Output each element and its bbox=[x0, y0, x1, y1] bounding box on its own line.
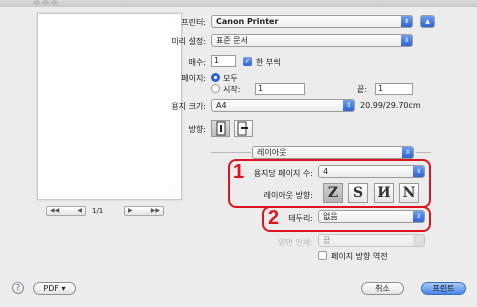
panel-value: 레이아웃 bbox=[257, 148, 287, 157]
last-page-icon[interactable]: ▶▶ bbox=[151, 207, 160, 215]
print-dialog: ··· ·········· ······ ◀◀ ◀ 1/1 ▶ ▶▶ 프린터:… bbox=[0, 0, 477, 307]
printer-label: 프린터: bbox=[181, 18, 206, 27]
copies-field[interactable]: 1 bbox=[211, 55, 236, 67]
landscape-person-icon bbox=[237, 121, 248, 136]
minimize-window-icon[interactable] bbox=[42, 0, 49, 5]
close-window-icon[interactable] bbox=[33, 0, 40, 5]
pages-to-field[interactable]: 1 bbox=[375, 83, 413, 95]
pages-all-label: 모두 bbox=[223, 74, 238, 83]
next-page-icon[interactable]: ▶ bbox=[128, 207, 133, 215]
popup-arrows-icon: ⇕ bbox=[413, 235, 424, 246]
preview-first-prev-buttons[interactable]: ◀◀ ◀ bbox=[46, 206, 86, 216]
preview-next-last-buttons[interactable]: ▶ ▶▶ bbox=[124, 206, 164, 216]
prev-page-icon[interactable]: ◀ bbox=[77, 207, 82, 215]
popup-arrows-icon: ⇕ bbox=[402, 147, 413, 158]
paper-size-popup[interactable]: A4 ⇕ bbox=[211, 99, 355, 112]
two-sided-label: 양면 인쇄: bbox=[278, 238, 313, 247]
pdf-menu-button[interactable]: PDF ▾ bbox=[33, 282, 76, 295]
callout-number-1: 1 bbox=[233, 161, 245, 183]
portrait-orientation-button[interactable] bbox=[211, 120, 230, 137]
popup-arrows-icon: ⇕ bbox=[343, 100, 354, 111]
two-sided-popup[interactable]: 끔 ⇕ bbox=[318, 234, 425, 247]
paper-size-value: A4 bbox=[216, 101, 227, 110]
presets-value: 표준 문서 bbox=[216, 36, 248, 45]
print-button[interactable]: 프린트 bbox=[421, 282, 466, 295]
presets-popup[interactable]: 표준 문서 ⇕ bbox=[211, 34, 413, 47]
disclosure-button[interactable]: ▲ bbox=[420, 15, 435, 28]
title-bar bbox=[0, 0, 477, 7]
popup-arrows-icon: ⇕ bbox=[401, 35, 412, 46]
collate-checkbox[interactable]: ✓ bbox=[243, 57, 252, 66]
zoom-window-icon[interactable] bbox=[51, 0, 58, 5]
preview-header-left: ··· bbox=[41, 17, 44, 21]
pages-to-label: 끝: bbox=[357, 85, 368, 94]
landscape-orientation-button[interactable] bbox=[234, 120, 253, 137]
pages-label: 페이지: bbox=[181, 74, 206, 83]
reverse-orientation-label: 페이지 방향 역전 bbox=[331, 252, 388, 261]
help-icon: ? bbox=[15, 283, 21, 292]
copies-label: 매수: bbox=[188, 58, 206, 67]
pages-range-radio[interactable] bbox=[211, 84, 220, 93]
separator-right bbox=[416, 152, 431, 153]
presets-label: 미리 설정: bbox=[171, 37, 206, 46]
first-page-icon[interactable]: ◀◀ bbox=[50, 207, 59, 215]
callout-number-2: 2 bbox=[268, 207, 280, 229]
callout-box-1 bbox=[228, 159, 431, 208]
printer-popup[interactable]: Canon Printer ⇕ bbox=[211, 15, 413, 28]
portrait-person-icon bbox=[216, 121, 226, 136]
separator-left bbox=[211, 152, 251, 153]
paper-dimensions: 20.99/29.70cm bbox=[360, 101, 421, 110]
two-sided-value: 끔 bbox=[323, 236, 331, 245]
help-button[interactable]: ? bbox=[12, 282, 24, 294]
paper-size-label: 용지 크기: bbox=[171, 102, 206, 111]
pages-from-label: 시작: bbox=[223, 85, 241, 94]
page-indicator: 1/1 bbox=[92, 207, 104, 215]
popup-arrows-icon: ⇕ bbox=[401, 16, 412, 27]
printer-value: Canon Printer bbox=[216, 17, 279, 26]
pages-from-field[interactable]: 1 bbox=[255, 83, 305, 95]
page-preview: ··· ·········· ······ bbox=[37, 13, 182, 200]
preview-footer: ······ bbox=[170, 185, 176, 189]
cancel-button[interactable]: 취소 bbox=[361, 282, 404, 295]
callout-box-2 bbox=[262, 206, 431, 232]
panel-popup[interactable]: 레이아웃 ⇕ bbox=[252, 146, 414, 159]
preview-header-right: ·········· bbox=[168, 17, 178, 21]
collate-label: 한 부씩 bbox=[256, 58, 281, 67]
disclosure-triangle-icon: ▲ bbox=[421, 16, 434, 27]
reverse-orientation-checkbox[interactable] bbox=[318, 251, 327, 260]
pages-all-radio[interactable] bbox=[211, 73, 220, 82]
orientation-label: 방향: bbox=[188, 125, 206, 134]
